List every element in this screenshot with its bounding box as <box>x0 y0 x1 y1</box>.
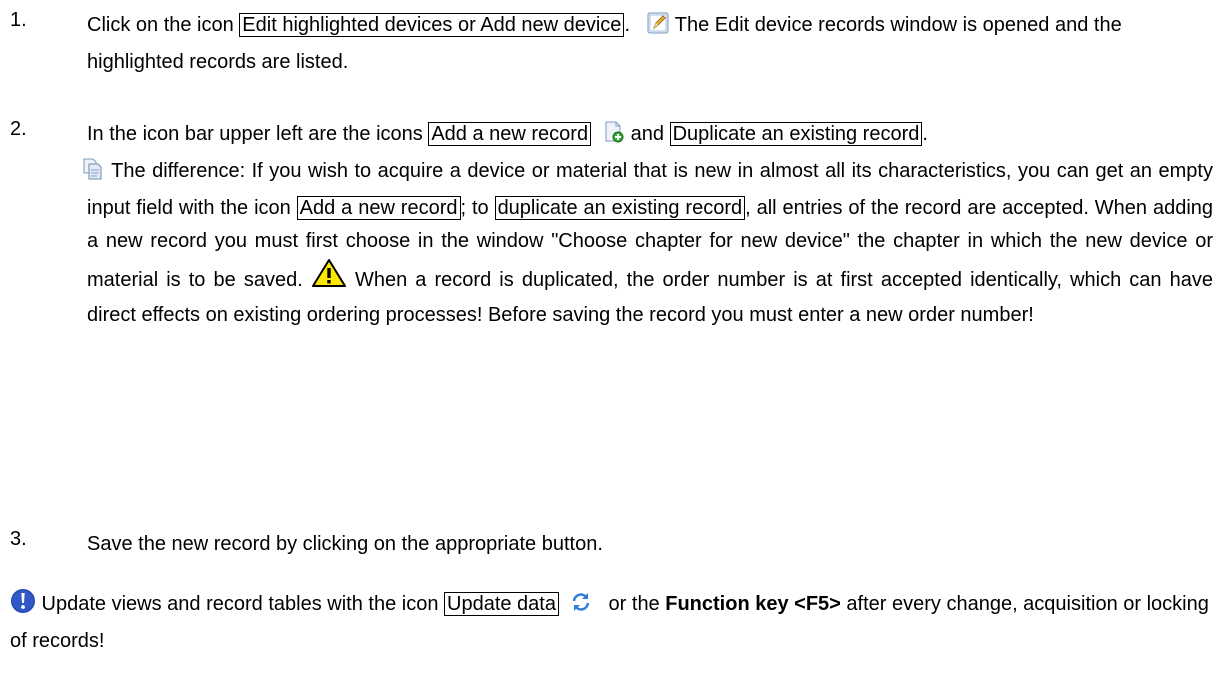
edit-device-ui-label: Edit highlighted devices or Add new devi… <box>239 13 625 37</box>
duplicate-record-ui-label: Duplicate an existing record <box>669 122 923 146</box>
step-3-text: Save the new record by clicking on the a… <box>87 533 603 555</box>
step-1-text: Click on the icon Edit highlighted devic… <box>87 9 1213 79</box>
add-record-icon <box>601 120 625 155</box>
add-record-ui-label-2: Add a new record <box>296 196 461 220</box>
duplicate-record-ui-label-2: duplicate an existing record <box>494 196 746 220</box>
important-icon <box>10 588 36 625</box>
refresh-icon <box>569 590 593 625</box>
step-2-number: 2. <box>10 118 27 140</box>
add-record-ui-label: Add a new record <box>428 122 592 146</box>
duplicate-record-icon <box>81 157 105 192</box>
step-3-number: 3. <box>10 528 27 550</box>
edit-icon <box>646 11 670 46</box>
function-key-label: Function key <F5> <box>665 593 841 615</box>
step-2-text: In the icon bar upper left are the icons… <box>83 118 1213 332</box>
warning-icon <box>311 258 347 299</box>
document-page: 1. Click on the icon Edit highlighted de… <box>0 0 1229 700</box>
step-1-number: 1. <box>10 9 27 31</box>
important-note: Update views and record tables with the … <box>10 588 1220 658</box>
update-data-ui-label: Update data <box>444 592 559 616</box>
